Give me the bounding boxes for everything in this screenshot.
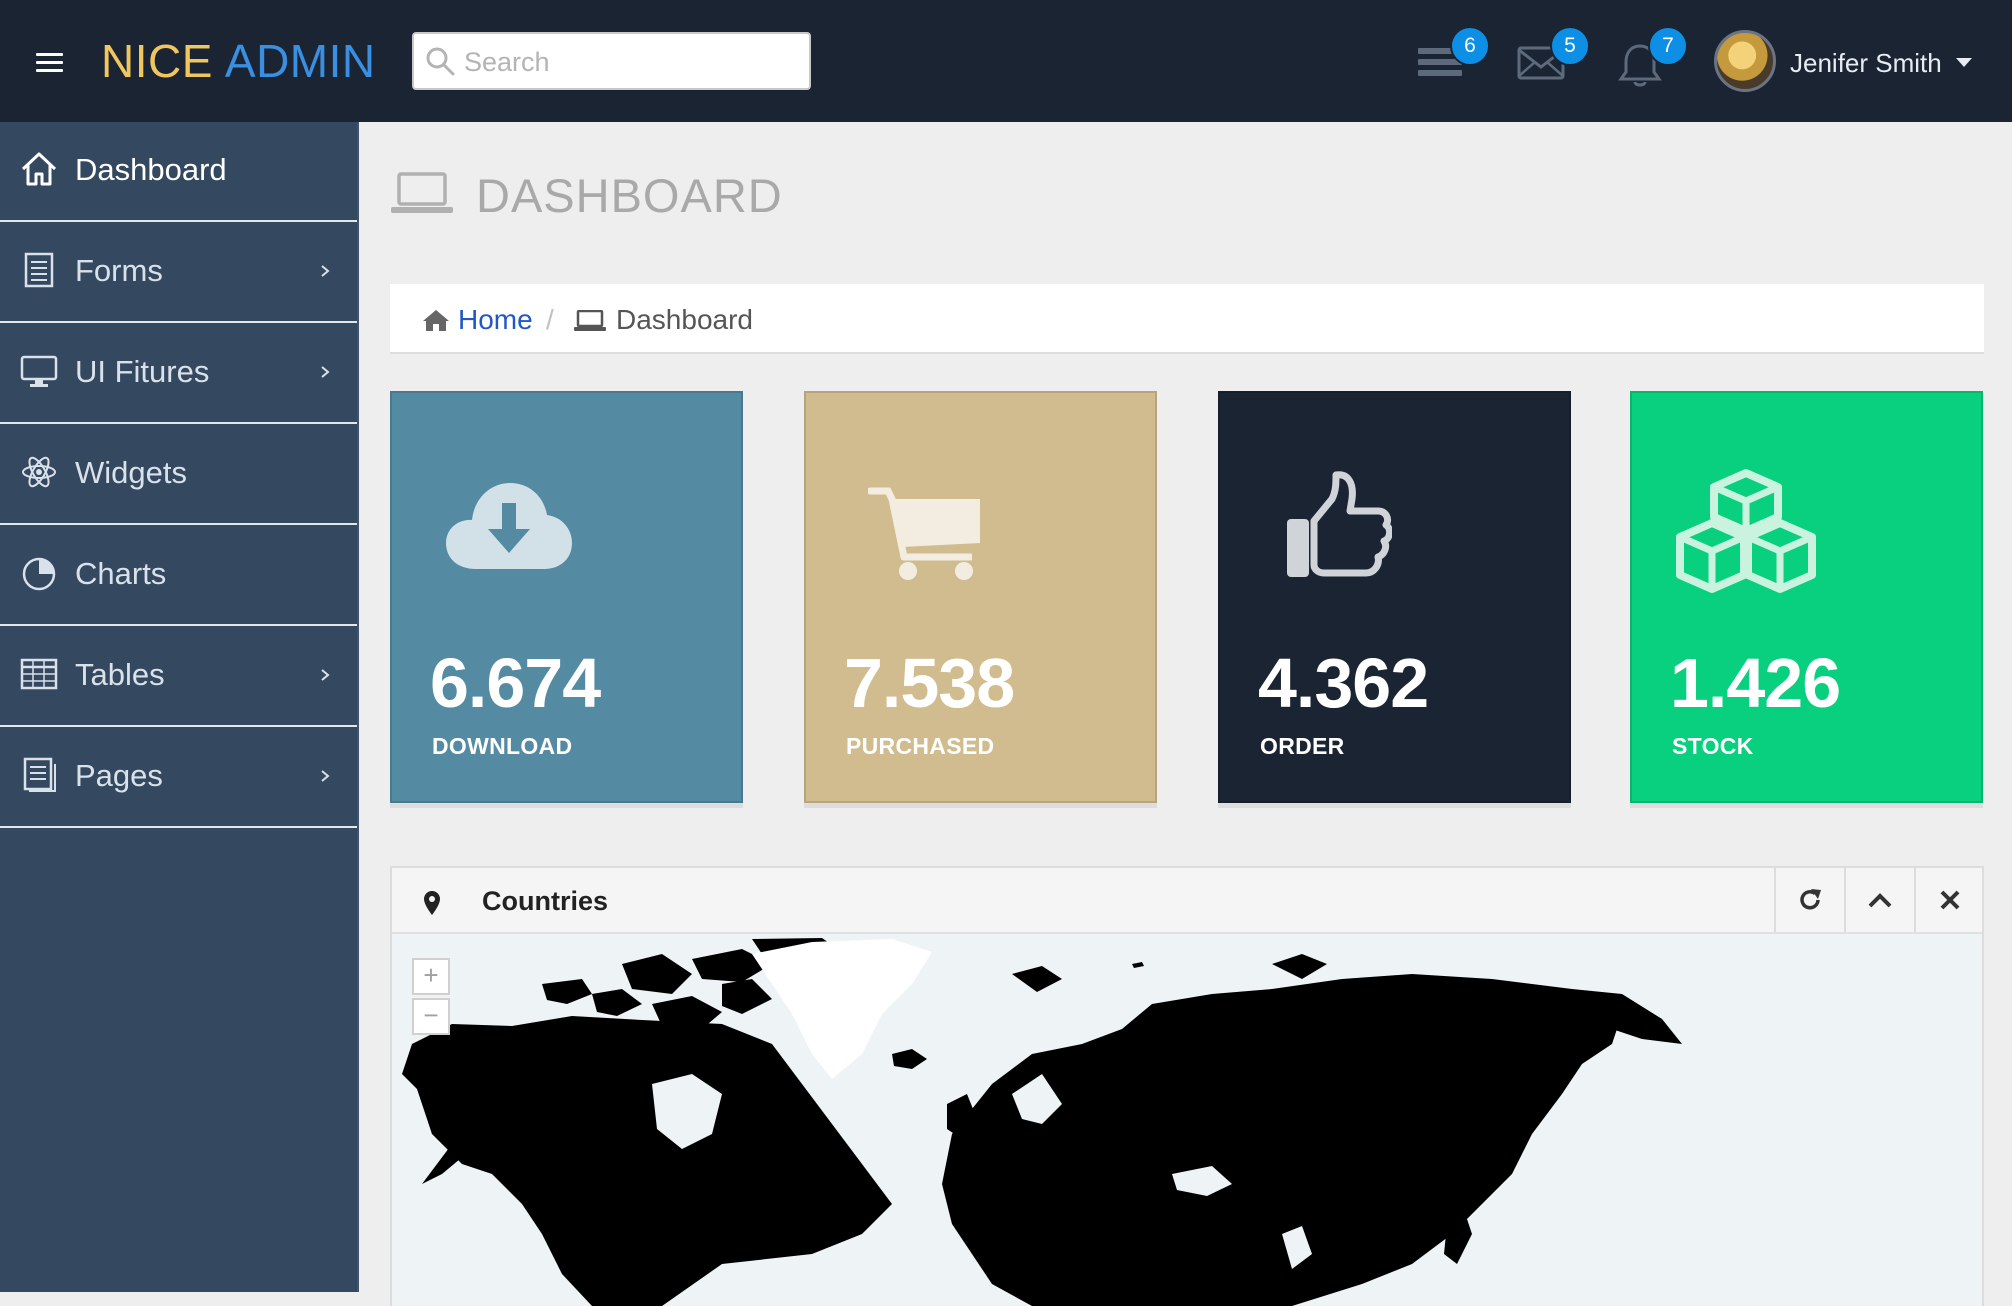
refresh-button[interactable]: [1774, 868, 1842, 932]
chevron-right-icon: [321, 669, 330, 681]
table-icon: [20, 658, 58, 690]
stat-value: 7.538: [844, 644, 1015, 722]
sidebar-item-forms[interactable]: Forms: [0, 223, 357, 323]
notifications-badge: 7: [1648, 26, 1688, 66]
breadcrumb-current: Dashboard: [616, 304, 753, 335]
top-header: NICEADMIN 6 5 7: [0, 0, 2012, 122]
stat-label: ORDER: [1260, 733, 1345, 759]
zoom-in-button[interactable]: +: [412, 958, 450, 995]
stat-value: 1.426: [1670, 644, 1841, 722]
close-icon: [1940, 890, 1960, 910]
pie-chart-icon: [22, 557, 56, 591]
notifications-button[interactable]: 7: [1616, 26, 1688, 95]
breadcrumb-home-link[interactable]: Home: [458, 304, 533, 336]
collapse-button[interactable]: [1844, 868, 1912, 932]
close-button[interactable]: [1914, 868, 1982, 932]
tasks-badge: 6: [1450, 26, 1490, 66]
search-input[interactable]: [462, 42, 796, 82]
cloud-download-icon: [446, 483, 572, 569]
user-name: Jenifer Smith: [1790, 48, 1942, 78]
sidebar-item-widgets[interactable]: Widgets: [0, 425, 357, 525]
thumbs-up-icon: [1287, 471, 1392, 577]
page-title-text: DASHBOARD: [476, 169, 783, 222]
monitor-icon: [20, 355, 58, 387]
cubes-icon: [1676, 469, 1816, 593]
sidebar-item-label: Dashboard: [75, 152, 227, 187]
shopping-cart-icon: [868, 487, 980, 580]
chevron-up-icon: [1868, 893, 1892, 908]
stat-label: STOCK: [1672, 733, 1754, 759]
chevron-right-icon: [321, 770, 330, 782]
search-box: [412, 32, 811, 90]
sidebar-item-label: Forms: [75, 253, 163, 288]
sidebar-item-label: UI Fitures: [75, 354, 210, 389]
sidebar-item-dashboard[interactable]: Dashboard: [0, 122, 357, 222]
search-icon: [426, 47, 455, 76]
stat-card-order[interactable]: 4.362 ORDER: [1218, 391, 1571, 803]
world-map-shapes: [402, 938, 1682, 1306]
caret-down-icon: [1956, 58, 1972, 67]
panel-header: Countries: [392, 868, 1982, 934]
stat-label: DOWNLOAD: [432, 733, 573, 759]
world-map[interactable]: + −: [392, 934, 1982, 1306]
menu-toggle-icon[interactable]: [36, 53, 63, 73]
home-icon: [423, 310, 449, 331]
breadcrumb: Home / Dashboard: [390, 284, 1984, 354]
stat-card-stock[interactable]: 1.426 STOCK: [1630, 391, 1983, 803]
breadcrumb-separator: /: [546, 304, 554, 335]
sidebar-item-label: Pages: [75, 758, 163, 793]
atom-icon: [22, 456, 56, 488]
logo-part-2: ADMIN: [224, 35, 376, 87]
countries-panel: Countries + −: [390, 866, 1984, 1306]
map-marker-icon: [424, 891, 440, 915]
messages-button[interactable]: 5: [1516, 26, 1590, 87]
laptop-icon: [391, 172, 453, 213]
sidebar-item-ui-fitures[interactable]: UI Fitures: [0, 324, 357, 424]
sidebar-item-pages[interactable]: Pages: [0, 728, 357, 828]
stat-card-purchased[interactable]: 7.538 PURCHASED: [804, 391, 1157, 803]
chevron-right-icon: [321, 265, 330, 277]
home-icon: [21, 152, 57, 186]
panel-title: Countries: [482, 886, 609, 916]
zoom-out-button[interactable]: −: [412, 998, 450, 1035]
avatar: [1714, 30, 1776, 92]
sidebar-item-label: Tables: [75, 657, 165, 692]
sidebar-item-label: Charts: [75, 556, 167, 591]
document-icon: [24, 252, 54, 288]
sidebar-item-tables[interactable]: Tables: [0, 627, 357, 727]
tasks-button[interactable]: 6: [1416, 26, 1490, 87]
app-logo[interactable]: NICE ADMIN: [101, 34, 376, 88]
stat-card-download[interactable]: 6.674 DOWNLOAD: [390, 391, 743, 803]
messages-badge: 5: [1550, 26, 1590, 66]
refresh-icon: [1800, 889, 1821, 910]
chevron-right-icon: [321, 366, 330, 378]
sidebar-item-charts[interactable]: Charts: [0, 526, 357, 626]
stat-label: PURCHASED: [846, 733, 995, 759]
stat-value: 4.362: [1258, 644, 1429, 722]
pages-icon: [23, 757, 56, 792]
laptop-icon: [574, 310, 606, 331]
logo-part-1: NICE: [101, 35, 213, 87]
sidebar: Dashboard Forms UI Fitures Widgets Chart…: [0, 122, 359, 1292]
stat-value: 6.674: [430, 644, 601, 722]
sidebar-item-label: Widgets: [75, 455, 187, 490]
